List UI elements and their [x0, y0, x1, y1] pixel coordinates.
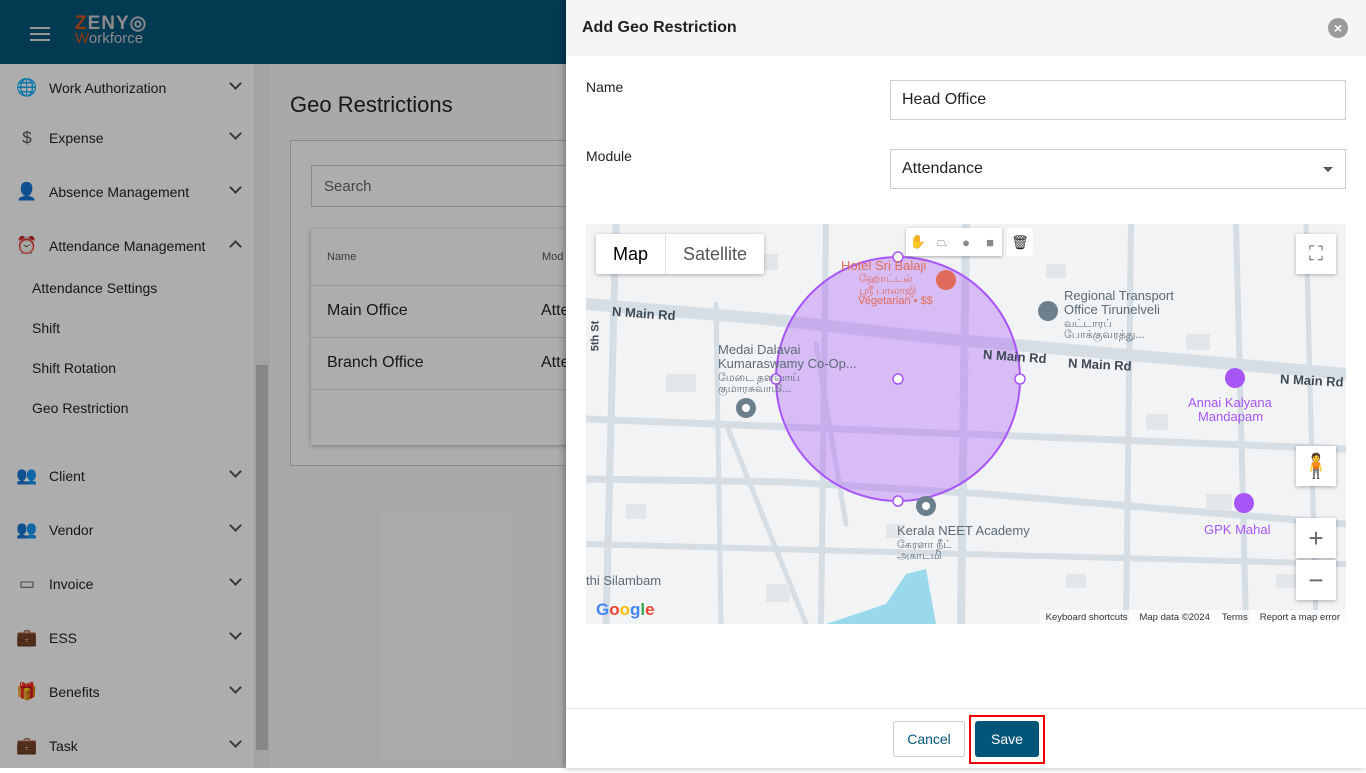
caret-down-icon: [1323, 167, 1333, 172]
circle-icon[interactable]: ●: [954, 228, 978, 256]
fullscreen-button[interactable]: ⛶: [1296, 234, 1336, 274]
drawing-toolbar: ✋ ⏢ ● ■: [906, 228, 1002, 256]
map-type-satellite-button[interactable]: Satellite: [666, 234, 764, 274]
map-type-control: Map Satellite: [596, 234, 765, 274]
terms-link[interactable]: Terms: [1222, 612, 1248, 623]
close-icon[interactable]: ×: [1328, 18, 1348, 38]
add-geo-restriction-panel: Add Geo Restriction × Name Head Office M…: [566, 0, 1366, 768]
zoom-out-button[interactable]: −: [1296, 560, 1336, 600]
map[interactable]: Hotel Sri Balaji ஹோட்டல் ஸ்ரீ பாலாஜி Veg…: [586, 224, 1346, 624]
map-attribution: Keyboard shortcuts Map data ©2024 Terms …: [1039, 610, 1346, 624]
zoom-in-button[interactable]: +: [1296, 518, 1336, 558]
module-select[interactable]: Attendance: [890, 149, 1346, 189]
street-view-pegman-icon[interactable]: 🧍: [1296, 446, 1336, 486]
google-logo: Google: [596, 600, 655, 619]
panel-header: Add Geo Restriction ×: [566, 0, 1366, 56]
map-roads: [586, 224, 1346, 624]
save-button[interactable]: Save: [975, 721, 1039, 757]
polygon-icon[interactable]: ⏢: [930, 228, 954, 256]
map-type-map-button[interactable]: Map: [596, 234, 667, 274]
panel-title: Add Geo Restriction: [582, 19, 737, 36]
panel-footer-divider: [566, 708, 1366, 709]
trash-icon[interactable]: 🗑: [1007, 228, 1033, 256]
module-label: Module: [586, 148, 632, 164]
keyboard-shortcuts-link[interactable]: Keyboard shortcuts: [1046, 612, 1128, 623]
cancel-button[interactable]: Cancel: [893, 721, 965, 757]
hand-icon[interactable]: ✋: [906, 228, 930, 256]
name-field[interactable]: Head Office: [890, 80, 1346, 120]
report-error-link[interactable]: Report a map error: [1260, 612, 1340, 623]
rectangle-icon[interactable]: ■: [978, 228, 1002, 256]
name-label: Name: [586, 79, 624, 95]
